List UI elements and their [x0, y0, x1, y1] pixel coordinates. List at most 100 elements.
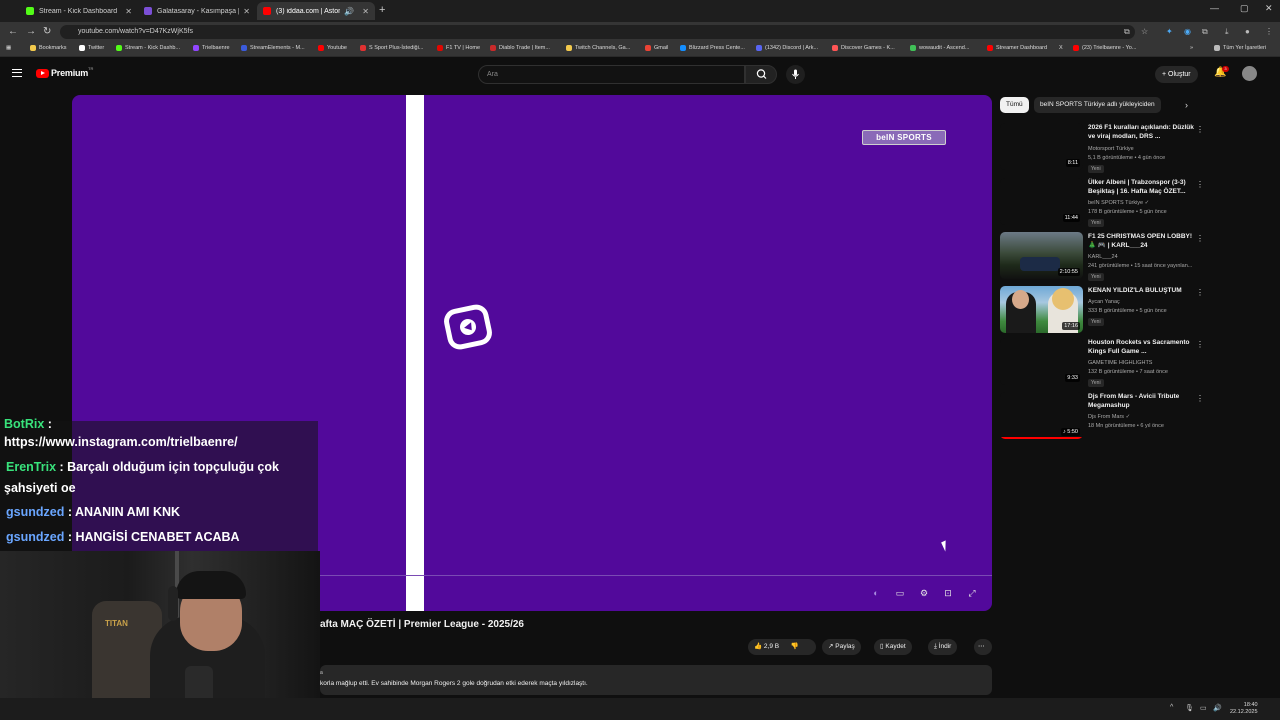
- more-options-icon[interactable]: ⋮: [1196, 125, 1204, 134]
- bookmark-item[interactable]: Streamer Dashboard: [987, 45, 1047, 51]
- bookmark-item[interactable]: X: [1059, 45, 1063, 51]
- settings-gear-icon[interactable]: ⚙: [917, 588, 931, 600]
- channel-name[interactable]: Motorsport Türkiye: [1088, 145, 1134, 154]
- thumbs-down-icon[interactable]: 👎: [791, 643, 799, 650]
- download-button[interactable]: ⤓ İndir: [928, 639, 958, 655]
- search-button[interactable]: [745, 65, 777, 84]
- more-options-icon[interactable]: ⋮: [1196, 340, 1204, 349]
- url-field[interactable]: youtube.com/watch?v=D47KzWjK5fs: [60, 25, 1135, 39]
- forward-icon[interactable]: →: [26, 26, 36, 37]
- close-icon[interactable]: ✕: [362, 7, 369, 16]
- video-title[interactable]: 2026 F1 kuralları açıklandı: Düzlük ve v…: [1088, 123, 1200, 141]
- browser-tab-bein[interactable]: Galatasaray - Kasımpaşa | beIN... ✕: [138, 2, 256, 20]
- autoplay-toggle-icon[interactable]: ◐: [869, 588, 883, 600]
- chat-username: gsundzed: [6, 530, 65, 544]
- close-icon[interactable]: ✕: [125, 7, 132, 16]
- bookmark-item[interactable]: Bookmarks: [30, 45, 67, 51]
- install-icon[interactable]: ⧉: [1124, 27, 1130, 37]
- youtube-premium-wordmark[interactable]: Premium: [51, 68, 88, 78]
- channel-name[interactable]: Aycan Yanaç: [1088, 298, 1120, 307]
- chevron-up-icon[interactable]: ^: [1170, 704, 1173, 711]
- all-bookmarks-folder[interactable]: Tüm Yer İşaretleri: [1214, 45, 1266, 51]
- more-actions-icon[interactable]: ⋯: [974, 639, 992, 655]
- youtube-logo-icon[interactable]: [36, 69, 49, 78]
- like-dislike-group[interactable]: 👍 2,9 B 👎: [748, 639, 816, 655]
- chip-uploader[interactable]: beIN SPORTS Türkiye adlı yükleyiciden: [1034, 97, 1161, 113]
- search-input[interactable]: Ara: [478, 65, 745, 84]
- video-thumbnail[interactable]: 11:44: [1000, 178, 1083, 225]
- more-options-icon[interactable]: ⋮: [1196, 394, 1204, 403]
- profile-icon[interactable]: ●: [1245, 27, 1250, 36]
- new-tab-button[interactable]: +: [379, 4, 385, 16]
- bookmark-item[interactable]: F1 TV | Home: [437, 45, 480, 51]
- chevron-right-icon[interactable]: ›: [1185, 100, 1188, 110]
- chip-all[interactable]: Tümü: [1000, 97, 1029, 113]
- video-thumbnail[interactable]: 2:10:55: [1000, 232, 1083, 279]
- volume-icon[interactable]: 🔊: [1213, 704, 1222, 712]
- apps-icon[interactable]: ▦: [6, 45, 11, 51]
- miniplayer-icon[interactable]: ⊡: [941, 588, 955, 600]
- extension-icon[interactable]: ◉: [1184, 27, 1191, 36]
- bookmark-item[interactable]: Diablo Trade | Item...: [490, 45, 550, 51]
- mic-tray-icon[interactable]: 🎙: [1185, 704, 1194, 712]
- create-button[interactable]: + Oluştur: [1155, 66, 1198, 83]
- subtitles-icon[interactable]: ▭: [893, 588, 907, 600]
- video-thumbnail[interactable]: 8:11: [1000, 123, 1083, 170]
- network-icon[interactable]: ▭: [1200, 704, 1207, 712]
- video-thumbnail[interactable]: 17:16: [1000, 286, 1083, 333]
- bookmark-item[interactable]: (23) Trielbaenre - Yo...: [1073, 45, 1136, 51]
- back-icon[interactable]: ←: [8, 26, 18, 37]
- extension-icon[interactable]: ✦: [1166, 27, 1173, 36]
- bookmark-item[interactable]: Blizzard Press Cente...: [680, 45, 745, 51]
- avatar[interactable]: [1242, 66, 1257, 81]
- more-bookmarks-icon[interactable]: »: [1190, 45, 1193, 51]
- video-title[interactable]: F1 25 CHRISTMAS OPEN LOBBY! 🎄 🎮 | KARL__…: [1088, 232, 1200, 250]
- bookmark-item[interactable]: Youtube: [318, 45, 347, 51]
- bookmark-item[interactable]: Trielbaenre: [193, 45, 230, 51]
- channel-name[interactable]: beIN SPORTS Türkiye ✓: [1088, 199, 1149, 208]
- video-title[interactable]: Houston Rockets vs Sacramento Kings Full…: [1088, 338, 1200, 356]
- bookmark-item[interactable]: wowaudit - Ascend...: [910, 45, 969, 51]
- browser-tab-youtube[interactable]: (3) iddaa.com | Aston Villa ... 🔊 ✕: [257, 2, 375, 20]
- downloads-icon[interactable]: ⤓: [1225, 27, 1229, 37]
- browser-tab-kick[interactable]: Stream - Kick Dashboard ✕: [20, 2, 138, 20]
- extensions-puzzle-icon[interactable]: ⧉: [1202, 27, 1208, 37]
- video-thumbnail[interactable]: ♪ 5:50: [1000, 392, 1083, 439]
- close-icon[interactable]: ✕: [243, 7, 250, 16]
- bookmark-item[interactable]: S Sport Plus-İstediği...: [360, 45, 423, 51]
- channel-name[interactable]: GAMETIME HIGHLIGHTS: [1088, 359, 1152, 368]
- maximize-icon[interactable]: ▢: [1240, 3, 1249, 14]
- thumbs-up-icon[interactable]: 👍: [754, 643, 764, 650]
- bookmark-item[interactable]: (1342) Discord | Ark...: [756, 45, 818, 51]
- close-window-icon[interactable]: ✕: [1265, 3, 1273, 14]
- bookmark-item[interactable]: Twitter: [79, 45, 104, 51]
- video-title[interactable]: Ülker Albeni | Trabzonspor (3-3) Beşikta…: [1088, 178, 1200, 196]
- speaker-icon[interactable]: 🔊: [344, 7, 354, 16]
- bookmark-star-icon[interactable]: ☆: [1141, 27, 1148, 36]
- bookmark-item[interactable]: Twitch Channels, Ga...: [566, 45, 630, 51]
- reload-icon[interactable]: ↻: [43, 26, 51, 37]
- more-options-icon[interactable]: ⋮: [1196, 234, 1204, 243]
- minimize-icon[interactable]: —: [1210, 3, 1219, 13]
- voice-search-button[interactable]: [786, 65, 805, 84]
- save-button[interactable]: ▯ Kaydet: [874, 639, 912, 655]
- share-button[interactable]: ↗ Paylaş: [822, 639, 861, 655]
- channel-name[interactable]: Djs From Mars ✓: [1088, 413, 1130, 422]
- channel-name[interactable]: KARL___24: [1088, 253, 1118, 262]
- bookmark-item[interactable]: Discover Games - K...: [832, 45, 895, 51]
- hamburger-menu-icon[interactable]: [12, 69, 22, 77]
- fullscreen-icon[interactable]: ⤢: [965, 588, 979, 600]
- more-options-icon[interactable]: ⋮: [1196, 288, 1204, 297]
- system-clock[interactable]: 18:40 22.12.2025: [1230, 702, 1258, 716]
- bookmark-item[interactable]: Stream - Kick Dashb...: [116, 45, 180, 51]
- bookmark-item[interactable]: Gmail: [645, 45, 668, 51]
- video-meta: 5,1 B görüntüleme • 4 gün önce: [1088, 155, 1166, 161]
- page-scrollbar[interactable]: [1274, 60, 1280, 698]
- bookmark-item[interactable]: StreamElements - M...: [241, 45, 305, 51]
- video-title[interactable]: KENAN YILDIZ'LA BULUŞTUM: [1088, 286, 1200, 295]
- gmail-icon: [645, 45, 651, 51]
- video-thumbnail[interactable]: 9:33: [1000, 338, 1083, 385]
- video-title[interactable]: Djs From Mars - Avicii Tribute Megamashu…: [1088, 392, 1200, 410]
- browser-menu-icon[interactable]: ⋮: [1265, 27, 1273, 36]
- more-options-icon[interactable]: ⋮: [1196, 180, 1204, 189]
